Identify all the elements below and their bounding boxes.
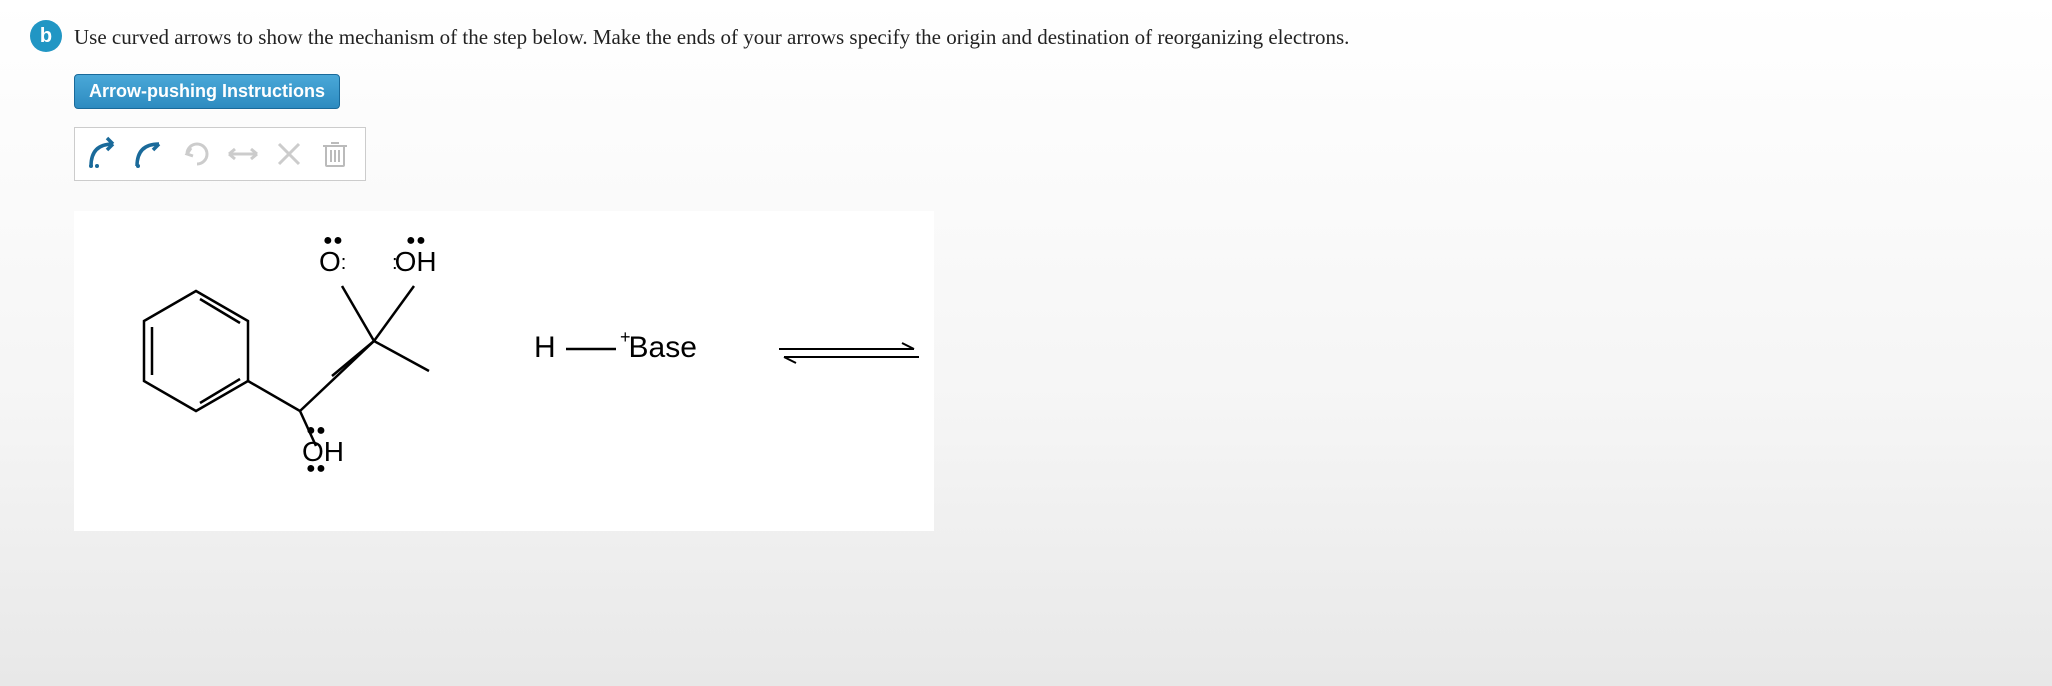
trash-icon [321, 138, 349, 170]
undo-tool[interactable] [223, 134, 263, 174]
trash-tool[interactable] [315, 134, 355, 174]
h-base-species: H +Base [534, 331, 697, 365]
reaction-canvas[interactable]: ● ● O: ● ● :OH ● ● OH ● ● H +Base [74, 211, 934, 531]
atom-label-oh-right: ● ● :OH [392, 246, 437, 278]
redo-icon [181, 138, 213, 170]
close-icon [275, 140, 303, 168]
delete-tool[interactable] [269, 134, 309, 174]
redo-tool[interactable] [177, 134, 217, 174]
double-headed-arrow-tool[interactable] [85, 134, 125, 174]
single-headed-arrow-tool[interactable] [131, 134, 171, 174]
drawing-toolbar [74, 127, 366, 181]
atom-label-oh-bottom: ● ● OH ● ● [302, 436, 344, 468]
single-arrow-icon [133, 136, 169, 172]
double-arrow-icon [87, 136, 123, 172]
arrow-pushing-instructions-button[interactable]: Arrow-pushing Instructions [74, 74, 340, 109]
prompt-text: Use curved arrows to show the mechanism … [74, 20, 1349, 54]
undo-icon [227, 144, 259, 164]
atom-label-o: ● ● O: [319, 246, 343, 278]
molecule-structure [84, 221, 504, 501]
question-bullet: b [30, 20, 62, 52]
equilibrium-arrow-icon [774, 339, 924, 369]
